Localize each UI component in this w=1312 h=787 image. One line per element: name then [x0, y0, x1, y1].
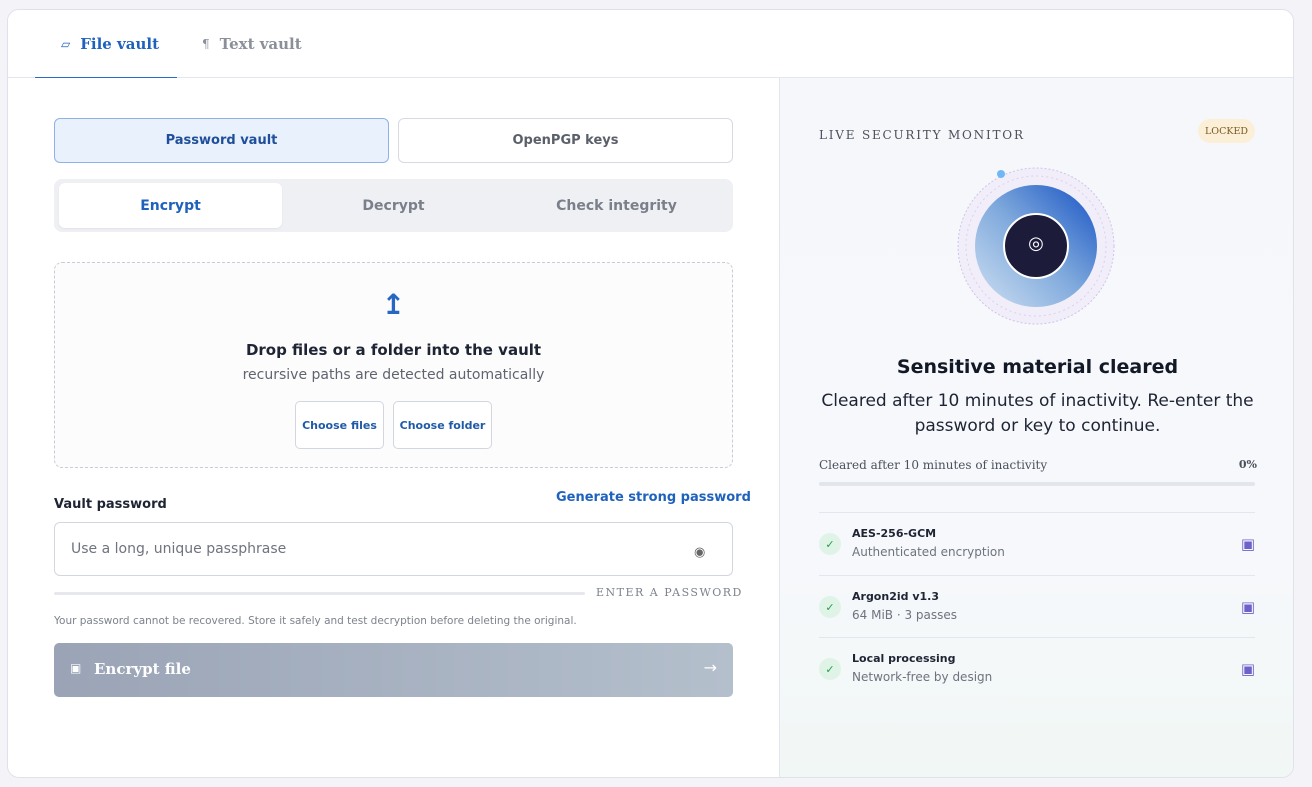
chip-icon: ▣: [1240, 535, 1255, 553]
security-orb: ◎: [956, 166, 1116, 326]
segment-check-integrity[interactable]: Check integrity: [505, 183, 728, 228]
generate-password-link[interactable]: Generate strong password: [556, 490, 751, 505]
password-strength-text: ENTER A PASSWORD: [596, 586, 743, 599]
encrypt-file-button[interactable]: ▣ Encrypt file →: [54, 643, 733, 697]
password-warning-note: Your password cannot be recovered. Store…: [54, 615, 577, 627]
feature-row: ✓ Argon2id v1.3 64 MiB · 3 passes ▣: [819, 575, 1255, 638]
feature-name: Argon2id v1.3: [852, 590, 939, 603]
choose-folder-button[interactable]: Choose folder: [393, 401, 492, 449]
password-strength-meter: [54, 592, 585, 595]
arrow-right-icon: →: [703, 658, 717, 677]
app-card: ▱ File vault ¶ Text vault Password vault…: [7, 9, 1294, 778]
feature-description: 64 MiB · 3 passes: [852, 608, 958, 622]
clear-timer-label: Cleared after 10 minutes of inactivity: [819, 458, 1048, 472]
lock-icon: ▣: [70, 661, 82, 675]
encrypt-file-label: Encrypt file: [94, 660, 191, 678]
tab-file-vault-label: File vault: [80, 35, 160, 53]
file-icon: ▱: [61, 37, 71, 51]
tab-text-vault[interactable]: ¶ Text vault: [202, 10, 322, 78]
security-monitor-panel: LIVE SECURITY MONITOR LOCKED ◎ Sensitive…: [779, 78, 1293, 777]
eye-icon[interactable]: ◉: [694, 545, 705, 560]
chip-icon: ▣: [1240, 598, 1255, 616]
status-description: Cleared after 10 minutes of inactivity. …: [821, 391, 1254, 436]
tab-text-vault-label: Text vault: [219, 35, 302, 53]
status-badge: LOCKED: [1198, 119, 1255, 143]
segment-decrypt[interactable]: Decrypt: [282, 183, 505, 228]
clear-timer-progress: [819, 482, 1255, 486]
feature-row: ✓ Local processing Network-free by desig…: [819, 637, 1255, 700]
openpgp-keys-button[interactable]: OpenPGP keys: [398, 118, 733, 163]
vault-password-label: Vault password: [54, 497, 167, 512]
feature-name: AES-256-GCM: [852, 527, 937, 540]
operation-segmented-control: Encrypt Decrypt Check integrity: [54, 179, 733, 232]
top-tab-bar: ▱ File vault ¶ Text vault: [8, 10, 1293, 79]
check-icon: ✓: [819, 533, 841, 555]
chip-icon: ▣: [1240, 660, 1255, 678]
file-drop-zone[interactable]: ↥ Drop files or a folder into the vault …: [54, 262, 733, 468]
upload-icon: ↥: [381, 288, 406, 321]
check-icon: ✓: [819, 658, 841, 680]
clear-timer-value: 0%: [1238, 458, 1257, 471]
feature-description: Network-free by design: [852, 670, 993, 684]
vault-disc-icon: ◎: [1028, 233, 1044, 254]
vault-password-input[interactable]: [54, 522, 733, 576]
status-title: Sensitive material cleared: [896, 356, 1179, 378]
vault-form-panel: Password vault OpenPGP keys Encrypt Decr…: [8, 78, 779, 777]
feature-row: ✓ AES-256-GCM Authenticated encryption ▣: [819, 512, 1255, 575]
monitor-title: LIVE SECURITY MONITOR: [819, 128, 1025, 142]
choose-files-button[interactable]: Choose files: [295, 401, 384, 449]
feature-name: Local processing: [852, 652, 956, 665]
password-vault-button[interactable]: Password vault: [54, 118, 389, 163]
check-icon: ✓: [819, 596, 841, 618]
drop-zone-subtitle: recursive paths are detected automatical…: [242, 367, 545, 383]
drop-zone-title: Drop files or a folder into the vault: [245, 341, 542, 359]
tab-file-vault[interactable]: ▱ File vault: [35, 10, 177, 79]
pilcrow-icon: ¶: [202, 37, 210, 51]
segment-encrypt[interactable]: Encrypt: [59, 183, 282, 228]
feature-description: Authenticated encryption: [852, 545, 1005, 559]
